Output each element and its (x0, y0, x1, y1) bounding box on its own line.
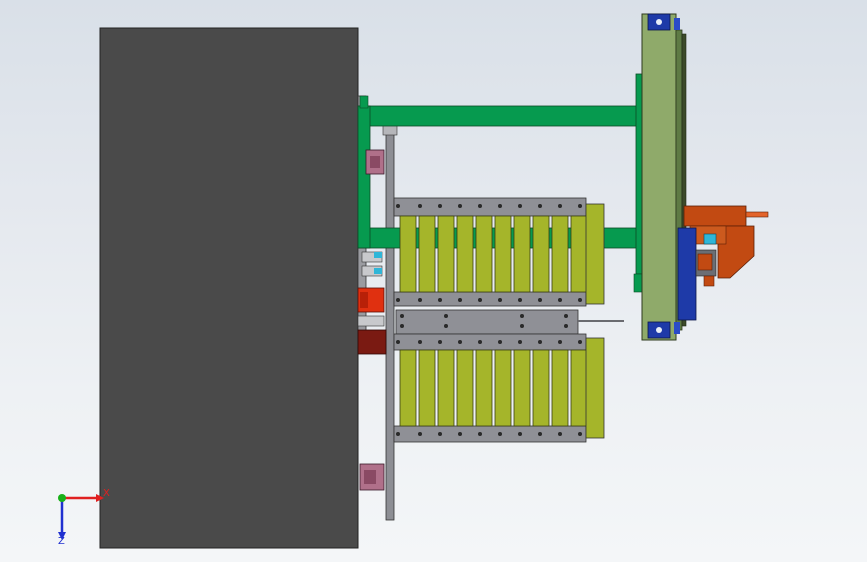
bolt (400, 324, 404, 328)
bolt (558, 340, 562, 344)
cell-upper[interactable] (399, 215, 417, 293)
bolt (396, 298, 400, 302)
x-axis-label: X (103, 488, 110, 499)
cad-graphics-viewport[interactable]: X Z (0, 0, 867, 562)
bolt (538, 298, 542, 302)
bolt (438, 432, 442, 436)
cell-upper[interactable] (532, 215, 550, 293)
bolt (396, 340, 400, 344)
bolt (498, 340, 502, 344)
cell-lower[interactable] (456, 349, 474, 427)
housing-block[interactable] (99, 27, 359, 549)
bolt (498, 298, 502, 302)
cell-upper[interactable] (437, 215, 455, 293)
cell-upper[interactable] (418, 215, 436, 293)
bolt (578, 204, 582, 208)
cell-lower[interactable] (418, 349, 436, 427)
cell-lower[interactable] (570, 349, 588, 427)
bolt (538, 204, 542, 208)
bolt (538, 340, 542, 344)
middle-rail[interactable] (395, 309, 624, 335)
bolt (418, 432, 422, 436)
bolt (518, 298, 522, 302)
cell-upper[interactable] (456, 215, 474, 293)
cell-upper[interactable] (494, 215, 512, 293)
bolt (418, 298, 422, 302)
bolt (538, 432, 542, 436)
cell-module-upper[interactable] (393, 197, 605, 307)
bolt (400, 314, 404, 318)
cell-lower[interactable] (437, 349, 455, 427)
cell-lower[interactable] (494, 349, 512, 427)
bolt (578, 340, 582, 344)
cell-lower[interactable] (513, 349, 531, 427)
cell-upper[interactable] (551, 215, 569, 293)
bolt (564, 324, 568, 328)
bolt (578, 432, 582, 436)
y-axis-point (58, 494, 66, 502)
cell-upper[interactable] (513, 215, 531, 293)
bolt (518, 432, 522, 436)
cell-lower[interactable] (532, 349, 550, 427)
cell-module-lower[interactable] (393, 333, 605, 443)
cell-lower[interactable] (551, 349, 569, 427)
bolt (564, 314, 568, 318)
z-axis-label: Z (58, 536, 65, 546)
bolt (478, 298, 482, 302)
cell-lower[interactable] (475, 349, 493, 427)
bolt (418, 204, 422, 208)
bolt (558, 432, 562, 436)
bolt (438, 340, 442, 344)
bolt (478, 340, 482, 344)
bolt (458, 298, 462, 302)
bolt (478, 204, 482, 208)
bolt (558, 204, 562, 208)
bolt (418, 340, 422, 344)
bolt (458, 340, 462, 344)
bolt (458, 204, 462, 208)
bolt (558, 298, 562, 302)
bolt (578, 298, 582, 302)
cell-lower[interactable] (399, 349, 417, 427)
bolt (498, 432, 502, 436)
bolt (520, 324, 524, 328)
bolt (458, 432, 462, 436)
cell-upper[interactable] (570, 215, 588, 293)
coordinate-triad: X Z (58, 488, 110, 546)
bolt (438, 204, 442, 208)
cell-upper[interactable] (475, 215, 493, 293)
bolt (520, 314, 524, 318)
bolt (478, 432, 482, 436)
bolt (438, 298, 442, 302)
actuator-assembly[interactable] (677, 205, 769, 321)
bolt (498, 204, 502, 208)
bolt (444, 324, 448, 328)
bolt (518, 340, 522, 344)
bolt (396, 204, 400, 208)
assembly-model[interactable] (0, 0, 867, 562)
bolt (444, 314, 448, 318)
bolt (518, 204, 522, 208)
bolt (396, 432, 400, 436)
